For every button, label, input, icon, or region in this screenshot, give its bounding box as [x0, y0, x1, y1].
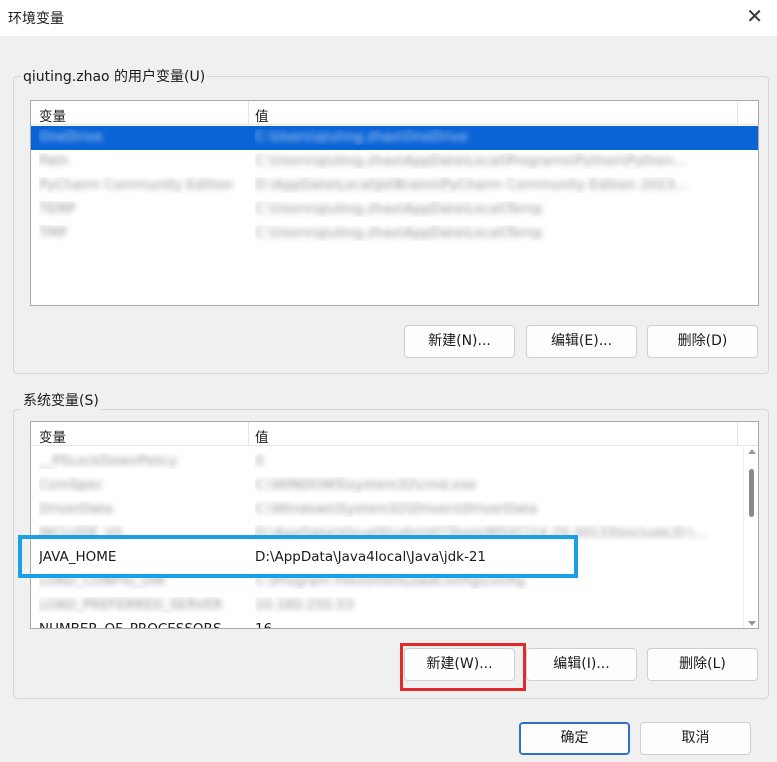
table-row[interactable]: OneDrive C:\Users\qiuting.zhao\OneDrive	[31, 126, 758, 150]
table-row[interactable]: DriverData C:\Windows\System32\Drivers\Dr…	[31, 498, 758, 522]
table-row[interactable]: TEMP C:\Users\qiuting.zhao\AppData\Local\…	[31, 198, 758, 222]
column-header-variable[interactable]: 变量	[39, 105, 66, 125]
scroll-thumb[interactable]	[749, 469, 754, 517]
vertical-scrollbar[interactable]	[743, 447, 758, 628]
value-cell: C:\Windows\System32\Drivers\DriverData	[255, 501, 538, 517]
system-vars-list[interactable]: 变量 值 __PSLockDownPolicy 0 ComSpec C:\WINDOW…	[30, 421, 759, 629]
variable-cell: TEMP	[39, 201, 76, 217]
value-cell: C:\WINDOWS\system32\cmd.exe	[255, 477, 477, 493]
column-divider[interactable]	[248, 101, 249, 125]
user-new-button[interactable]: 新建(N)...	[404, 325, 515, 358]
cancel-button[interactable]: 取消	[640, 722, 751, 755]
close-icon[interactable]: ✕	[746, 4, 763, 28]
value-cell: 0	[255, 453, 264, 469]
column-header-variable[interactable]: 变量	[39, 426, 66, 446]
table-row[interactable]: PyCharm Community Edition D:\AppData\Loca…	[31, 174, 758, 198]
table-row[interactable]: TMP C:\Users\qiuting.zhao\AppData\Local\T…	[31, 222, 758, 246]
variable-cell: __PSLockDownPolicy	[39, 453, 178, 469]
column-divider[interactable]	[248, 422, 249, 446]
system-delete-button[interactable]: 删除(L)	[647, 648, 758, 681]
ok-button[interactable]: 确定	[519, 722, 630, 755]
column-divider[interactable]	[737, 101, 738, 125]
variable-cell: DriverData	[39, 501, 113, 517]
variable-cell: Path	[39, 153, 69, 169]
variable-cell: TMP	[39, 225, 68, 241]
table-row[interactable]: Path C:\Users\qiuting.zhao\AppData\Local\…	[31, 150, 758, 174]
variable-cell: OneDrive	[39, 129, 103, 145]
user-vars-header: 变量 值	[31, 101, 758, 125]
variable-cell: LOAD_PREFERRED_SERVER	[39, 597, 223, 613]
system-edit-button[interactable]: 编辑(I)...	[526, 648, 637, 681]
variable-cell: ComSpec	[39, 477, 103, 493]
variable-cell: NUMBER_OF_PROCESSORS	[39, 621, 222, 629]
user-edit-button[interactable]: 编辑(E)...	[526, 325, 637, 358]
table-row[interactable]: __PSLockDownPolicy 0	[31, 450, 758, 474]
value-cell: C:\Users\qiuting.zhao\AppData\Local\Temp	[255, 225, 543, 241]
scroll-up-icon[interactable]	[748, 449, 756, 454]
new-button-highlight	[400, 643, 526, 691]
column-header-value[interactable]: 值	[255, 426, 269, 446]
scroll-down-icon[interactable]	[748, 621, 756, 626]
table-row[interactable]: NUMBER_OF_PROCESSORS 16	[31, 618, 758, 629]
value-cell: C:\Users\qiuting.zhao\AppData\Local\Temp	[255, 201, 543, 217]
system-vars-label: 系统变量(S)	[21, 390, 101, 410]
user-vars-label: qiuting.zhao 的用户变量(U)	[21, 66, 208, 86]
variable-cell: PyCharm Community Edition	[39, 177, 234, 193]
value-cell: D:\AppData\Local\JetBrains\PyCharm Commu…	[255, 177, 688, 193]
java-home-highlight	[18, 535, 578, 578]
user-delete-button[interactable]: 删除(D)	[647, 325, 758, 358]
table-row[interactable]: ComSpec C:\WINDOWS\system32\cmd.exe	[31, 474, 758, 498]
user-vars-list[interactable]: 变量 值 OneDrive C:\Users\qiuting.zhao\OneDr…	[30, 100, 759, 306]
column-divider[interactable]	[737, 422, 738, 446]
title-bar: 环境变量 ✕	[0, 0, 777, 36]
table-row[interactable]: LOAD_PREFERRED_SERVER 10.180.250.53	[31, 594, 758, 618]
window-title: 环境变量	[8, 11, 64, 27]
value-cell: 16	[255, 621, 273, 629]
value-cell: C:\Users\qiuting.zhao\OneDrive	[255, 129, 468, 145]
system-vars-header: 变量 值	[31, 422, 758, 446]
value-cell: C:\Users\qiuting.zhao\AppData\Local\Prog…	[255, 153, 687, 169]
value-cell: 10.180.250.53	[255, 597, 354, 613]
column-header-value[interactable]: 值	[255, 105, 269, 125]
